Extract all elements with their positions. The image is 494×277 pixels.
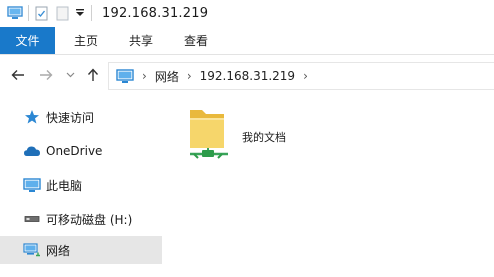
back-arrow-icon[interactable] [10,60,26,90]
network-icon [22,241,42,259]
sidebar-item-onedrive[interactable]: OneDrive [0,137,162,165]
properties-icon[interactable] [33,0,49,26]
quick-access-divider [28,5,29,21]
sidebar-item-removable-disk[interactable]: 可移动磁盘 (H:) [0,205,162,233]
forward-arrow-icon[interactable] [38,60,54,90]
window-title: 192.168.31.219 [102,5,209,21]
sidebar-item-label: 网络 [46,243,71,258]
cloud-icon [22,142,42,160]
title-divider [91,5,92,21]
sidebar-item-label: 可移动磁盘 (H:) [46,212,133,227]
sidebar-item-quick-access[interactable]: 快速访问 [0,103,162,131]
computer-icon [22,176,42,194]
tab-file[interactable]: 文件 [0,27,55,54]
title-bar: 192.168.31.219 [0,0,494,26]
tab-home[interactable]: 主页 [66,27,106,54]
sidebar-item-label: 快速访问 [46,110,95,125]
explorer-window-icon[interactable] [6,0,24,26]
breadcrumb-chevron-icon[interactable]: › [187,69,192,83]
customize-quick-access-icon[interactable] [73,0,87,26]
ribbon-tabs: 文件 主页 共享 查看 [0,27,494,55]
file-list: 我的文档 [162,92,494,277]
usb-drive-icon [22,210,42,228]
navigation-pane: 快速访问 OneDrive 此电脑 可移动磁盘 (H:) 网络 [0,97,162,277]
breadcrumb-chevron-icon[interactable]: › [303,69,308,83]
breadcrumb-chevron-icon[interactable]: › [142,69,147,83]
address-bar[interactable]: › 网络 › 192.168.31.219 › [108,62,494,90]
file-name: 我的文档 [242,131,286,144]
network-location-icon [116,68,134,84]
sidebar-item-label: 此电脑 [46,178,83,193]
up-arrow-icon[interactable] [86,60,100,90]
new-folder-icon[interactable] [53,0,71,26]
breadcrumb-host[interactable]: 192.168.31.219 [200,69,295,83]
tab-share[interactable]: 共享 [121,27,161,54]
network-folder-icon [184,106,232,166]
sidebar-item-this-pc[interactable]: 此电脑 [0,171,162,199]
star-icon [22,108,42,126]
sidebar-item-network[interactable]: 网络 [0,236,162,264]
recent-locations-chevron-icon[interactable] [64,60,76,90]
list-item[interactable]: 我的文档 [184,100,314,160]
sidebar-item-label: OneDrive [46,144,103,158]
tab-view[interactable]: 查看 [176,27,216,54]
breadcrumb-network[interactable]: 网络 [155,68,179,85]
